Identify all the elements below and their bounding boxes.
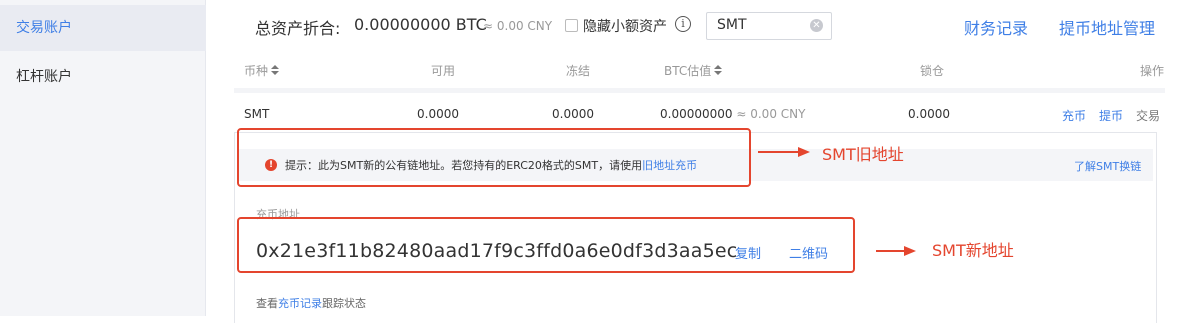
- row-cny-value: ≈ 0.00 CNY: [736, 107, 806, 121]
- row-frozen: 0.0000: [552, 107, 594, 121]
- column-header-btc-value[interactable]: BTC估值: [664, 62, 723, 79]
- finance-records-link[interactable]: 财务记录: [964, 15, 1028, 39]
- row-btc-value: 0.00000000 ≈ 0.00 CNY: [660, 107, 806, 121]
- search-input-value[interactable]: SMT: [717, 17, 747, 33]
- trade-action-link[interactable]: 交易: [1136, 107, 1160, 124]
- learn-smt-chain-switch-link[interactable]: 了解SMT换链: [1074, 158, 1141, 174]
- new-address-highlight-box: [237, 217, 855, 273]
- sidebar-item-margin-account[interactable]: 杠杆账户: [0, 54, 72, 100]
- hide-small-assets-checkbox[interactable]: [565, 19, 578, 32]
- search-input[interactable]: SMT ✕: [706, 12, 832, 40]
- row-locked: 0.0000: [908, 107, 950, 121]
- deposit-action-link[interactable]: 充币: [1062, 107, 1086, 124]
- row-currency: SMT: [244, 107, 270, 121]
- info-icon[interactable]: i: [675, 16, 691, 32]
- asset-header: 总资产折合: 0.00000000 BTC ≈ 0.00 CNY 隐藏小额资产 …: [206, 0, 1181, 54]
- old-address-annotation: SMT旧地址: [822, 145, 904, 164]
- annotation-arrow: [876, 250, 906, 252]
- old-address-highlight-box: [237, 128, 751, 187]
- column-header-locked: 锁仓: [920, 64, 945, 78]
- annotation-arrow: [758, 151, 800, 153]
- total-assets-cny: ≈ 0.00 CNY: [483, 19, 553, 33]
- table-divider: [234, 88, 1165, 93]
- column-header-available: 可用: [431, 64, 456, 78]
- deposit-records-link[interactable]: 充币记录: [278, 297, 322, 310]
- row-available: 0.0000: [417, 107, 459, 121]
- column-header-currency[interactable]: 币种: [244, 62, 280, 79]
- sidebar: 交易账户 杠杆账户: [0, 0, 217, 316]
- column-header-frozen: 冻结: [566, 64, 591, 78]
- hide-small-assets-label[interactable]: 隐藏小额资产: [583, 16, 667, 36]
- new-address-annotation: SMT新地址: [932, 241, 1014, 260]
- total-assets-label: 总资产折合:: [255, 19, 341, 38]
- arrow-right-icon: [904, 246, 916, 256]
- arrow-right-icon: [798, 147, 810, 157]
- column-header-actions: 操作: [1140, 64, 1165, 78]
- withdraw-action-link[interactable]: 提币: [1099, 107, 1123, 124]
- total-assets-value: 0.00000000 BTC: [354, 15, 487, 34]
- deposit-records-hint: 查看充币记录跟踪状态: [256, 297, 366, 310]
- clear-icon[interactable]: ✕: [810, 19, 823, 32]
- sidebar-item-trading-account[interactable]: 交易账户: [0, 5, 217, 51]
- withdraw-address-management-link[interactable]: 提币地址管理: [1059, 15, 1155, 39]
